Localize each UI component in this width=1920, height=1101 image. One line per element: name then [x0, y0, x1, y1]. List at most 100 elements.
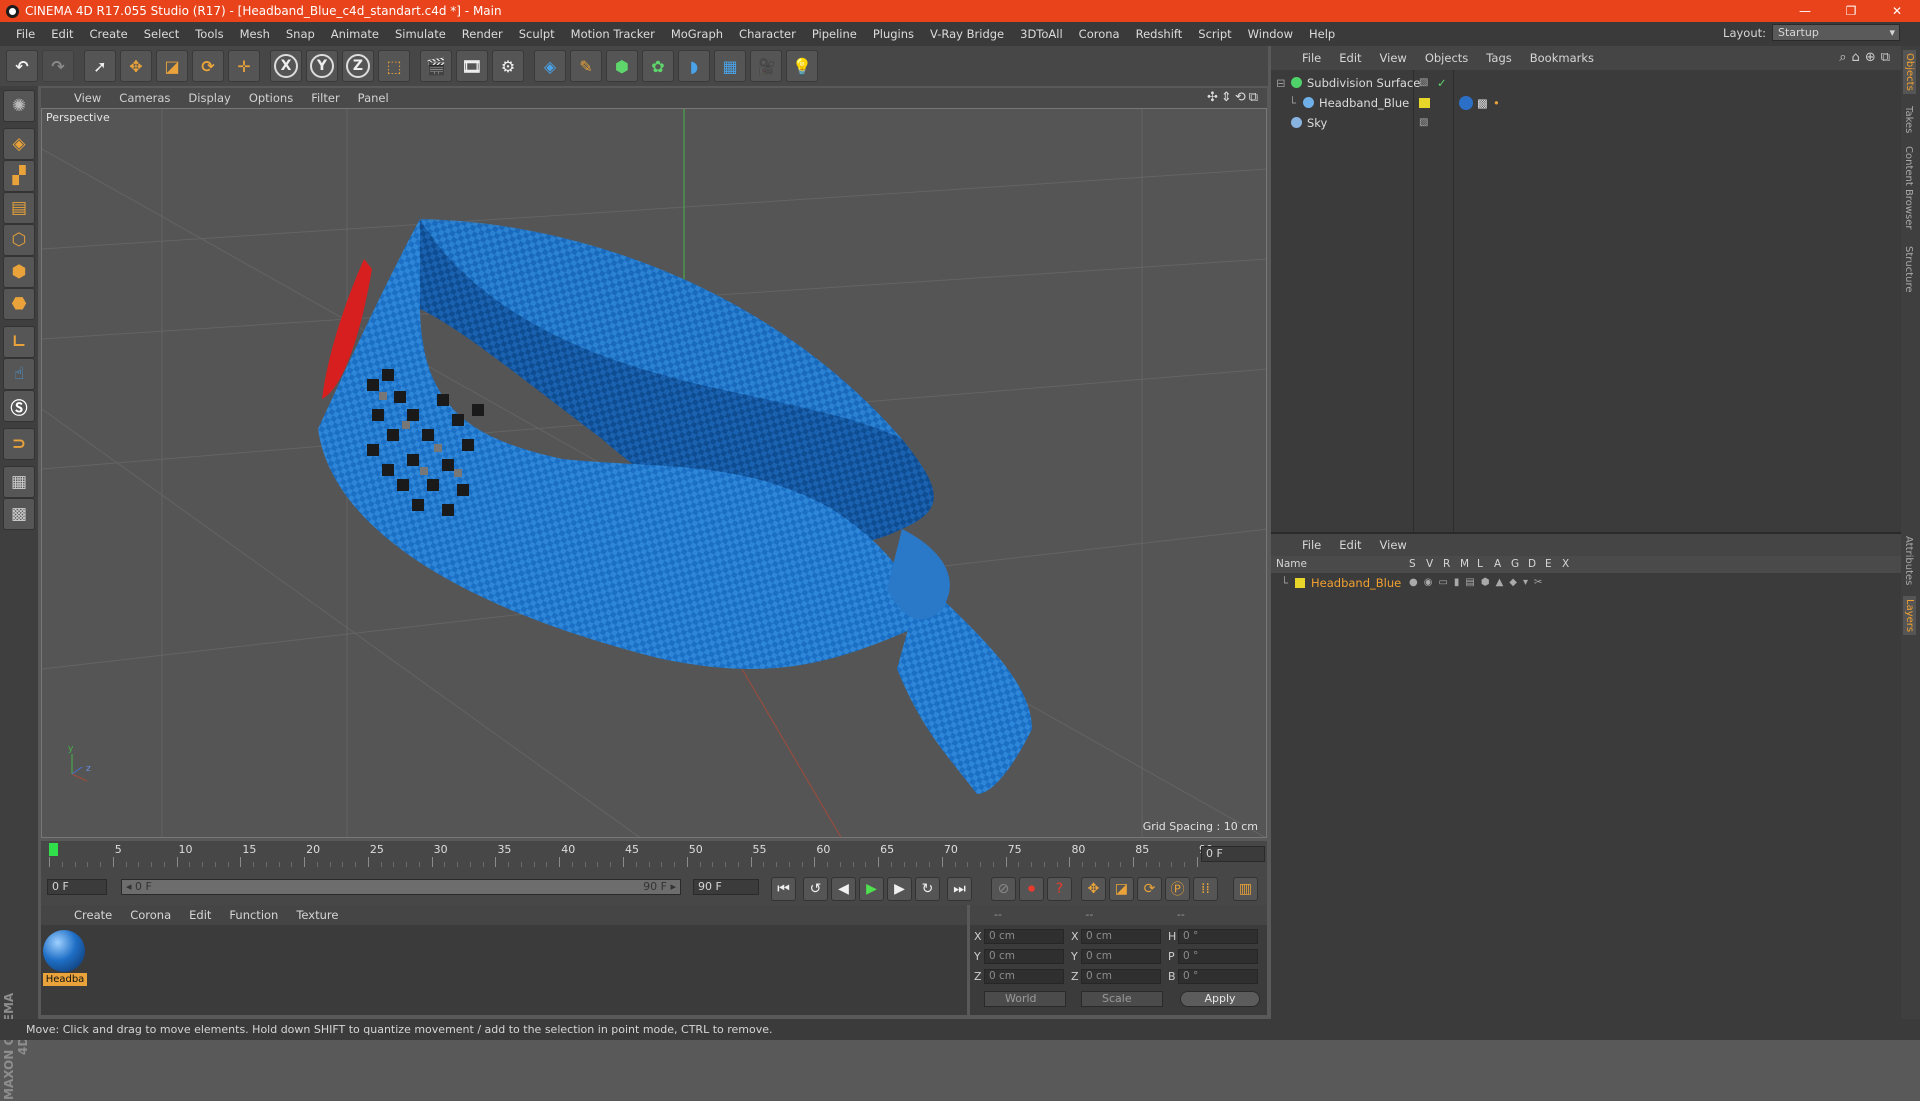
phong-tag-icon[interactable]: • — [1493, 93, 1500, 113]
go-to-start-icon[interactable]: ⏮ — [771, 877, 796, 901]
object-row-sky[interactable]: Sky ▧ — [1271, 113, 1901, 133]
polygons-mode-icon[interactable]: ⬣ — [3, 288, 35, 320]
layer-row-headband-blue[interactable]: └ Headband_Blue ●◉▭▮▤⬢▲◆▾✂ — [1271, 574, 1901, 592]
grid-snap-icon[interactable]: ▩ — [3, 498, 35, 530]
rotation-h-field[interactable]: 0 ° — [1178, 929, 1258, 944]
layout-dropdown[interactable]: Startup — [1772, 24, 1900, 41]
menu-create[interactable]: Create — [82, 22, 136, 46]
menu-edit[interactable]: Edit — [43, 22, 81, 46]
playhead-marker[interactable] — [49, 843, 58, 856]
viewport-menu-filter[interactable]: Filter — [302, 91, 348, 105]
object-row-headband-blue[interactable]: └ Headband_Blue ▩ • — [1271, 93, 1901, 113]
scale-tool-icon[interactable]: ◪ — [156, 50, 188, 82]
menu-pipeline[interactable]: Pipeline — [804, 22, 865, 46]
start-frame-field[interactable]: 0 F — [47, 879, 107, 895]
material-menu-texture[interactable]: Texture — [287, 908, 347, 922]
go-to-end-icon[interactable]: ⏭ — [947, 877, 972, 901]
size-mode-dropdown[interactable]: Scale — [1081, 991, 1163, 1007]
points-mode-icon[interactable]: ⬡ — [3, 224, 35, 256]
objects-menu-file[interactable]: File — [1293, 51, 1330, 65]
tab-takes[interactable]: Takes — [1903, 106, 1914, 133]
menu-animate[interactable]: Animate — [323, 22, 387, 46]
size-y-field[interactable]: 0 cm — [1081, 949, 1161, 964]
render-settings-icon[interactable]: ⚙ — [492, 50, 524, 82]
move-tool-icon[interactable]: ✥ — [120, 50, 152, 82]
menu-help[interactable]: Help — [1301, 22, 1343, 46]
layers-menu-view[interactable]: View — [1371, 538, 1416, 552]
viewport-menu-cameras[interactable]: Cameras — [110, 91, 179, 105]
object-manager-tool-icons[interactable]: ⌕⌂⊕⧉ — [1839, 50, 1895, 65]
objects-menu-tags[interactable]: Tags — [1477, 51, 1520, 65]
menu-mesh[interactable]: Mesh — [232, 22, 278, 46]
viewport-navigation-icons[interactable]: ✣⇕⟲⧉ — [1207, 90, 1261, 105]
layer-color-swatch[interactable] — [1419, 98, 1430, 108]
edges-mode-icon[interactable]: ⬢ — [3, 256, 35, 288]
menu-vray-bridge[interactable]: V-Ray Bridge — [922, 22, 1012, 46]
menu-plugins[interactable]: Plugins — [865, 22, 922, 46]
tab-content-browser[interactable]: Content Browser — [1903, 146, 1914, 229]
menu-window[interactable]: Window — [1240, 22, 1301, 46]
tab-attributes[interactable]: Attributes — [1903, 536, 1914, 585]
rotation-b-field[interactable]: 0 ° — [1178, 969, 1258, 984]
viewport-menu-display[interactable]: Display — [179, 91, 239, 105]
tab-structure[interactable]: Structure — [1903, 246, 1914, 293]
record-keyframe-icon[interactable]: ⏺ — [1019, 877, 1044, 901]
viewport-menu-view[interactable]: View — [65, 91, 110, 105]
layers-menu-file[interactable]: File — [1293, 538, 1330, 552]
y-axis-lock-icon[interactable]: Y — [306, 50, 338, 82]
key-parameter-icon[interactable]: Ⓟ — [1165, 877, 1190, 901]
live-selection-icon[interactable]: ➚ — [84, 50, 116, 82]
menu-character[interactable]: Character — [731, 22, 804, 46]
cube-object-icon[interactable]: ◈ — [534, 50, 566, 82]
previous-frame-icon[interactable]: ◀ — [831, 877, 856, 901]
camera-icon[interactable]: 🎥 — [750, 50, 782, 82]
object-row-subdivision-surface[interactable]: ⊟ Subdivision Surface ▧ ✓ — [1271, 73, 1901, 93]
menu-mograph[interactable]: MoGraph — [663, 22, 731, 46]
viewport-menu-panel[interactable]: Panel — [349, 91, 398, 105]
snap-icon[interactable]: Ⓢ — [3, 390, 35, 422]
make-editable-icon[interactable]: ✺ — [3, 90, 35, 122]
material-menu-function[interactable]: Function — [220, 908, 287, 922]
next-frame-icon[interactable]: ▶ — [887, 877, 912, 901]
current-frame-field[interactable]: 0 F — [1201, 846, 1265, 862]
rotate-tool-icon[interactable]: ⟳ — [192, 50, 224, 82]
enabled-check-icon[interactable]: ✓ — [1437, 73, 1447, 93]
material-menu-create[interactable]: Create — [65, 908, 121, 922]
layer-toggle-icons[interactable]: ●◉▭▮▤⬢▲◆▾✂ — [1409, 574, 1548, 592]
menu-motion-tracker[interactable]: Motion Tracker — [563, 22, 663, 46]
position-x-field[interactable]: 0 cm — [984, 929, 1064, 944]
menu-file[interactable]: File — [8, 22, 43, 46]
material-menu-edit[interactable]: Edit — [180, 908, 220, 922]
motion-path-icon[interactable]: ⊘ — [991, 877, 1016, 901]
tweak-mode-icon[interactable]: ☝ — [3, 358, 35, 390]
workplane-mode-icon[interactable]: ▤ — [3, 192, 35, 224]
size-z-field[interactable]: 0 cm — [1081, 969, 1161, 984]
key-rotation-icon[interactable]: ⟳ — [1137, 877, 1162, 901]
autokey-icon[interactable]: ? — [1047, 877, 1072, 901]
coordinate-space-dropdown[interactable]: World — [984, 991, 1066, 1007]
rotation-p-field[interactable]: 0 ° — [1178, 949, 1258, 964]
material-menu-corona[interactable]: Corona — [121, 908, 180, 922]
spline-pen-icon[interactable]: ✎ — [570, 50, 602, 82]
tab-objects[interactable]: Objects — [1903, 50, 1916, 94]
light-icon[interactable]: 💡 — [786, 50, 818, 82]
menu-script[interactable]: Script — [1190, 22, 1239, 46]
deformer-icon[interactable]: ◗ — [678, 50, 710, 82]
menu-redshift[interactable]: Redshift — [1128, 22, 1191, 46]
menu-3dtoall[interactable]: 3DToAll — [1012, 22, 1071, 46]
menu-simulate[interactable]: Simulate — [387, 22, 454, 46]
transform-tool-icon[interactable]: ✛ — [228, 50, 260, 82]
model-mode-icon[interactable]: ◈ — [3, 128, 35, 160]
key-position-icon[interactable]: ✥ — [1081, 877, 1106, 901]
cloner-icon[interactable]: ✿ — [642, 50, 674, 82]
floor-scene-icon[interactable]: ▦ — [714, 50, 746, 82]
next-key-icon[interactable]: ↻ — [915, 877, 940, 901]
perspective-viewport[interactable]: y z Perspective Grid Spacing : 10 cm — [41, 108, 1267, 838]
position-y-field[interactable]: 0 cm — [984, 949, 1064, 964]
material-swatch[interactable]: Headba — [43, 930, 87, 986]
objects-menu-bookmarks[interactable]: Bookmarks — [1521, 51, 1603, 65]
size-x-field[interactable]: 0 cm — [1081, 929, 1161, 944]
coordinate-system-icon[interactable]: ⬚ — [378, 50, 410, 82]
close-button[interactable]: ✕ — [1874, 0, 1920, 22]
end-frame-field[interactable]: 90 F — [693, 879, 759, 895]
